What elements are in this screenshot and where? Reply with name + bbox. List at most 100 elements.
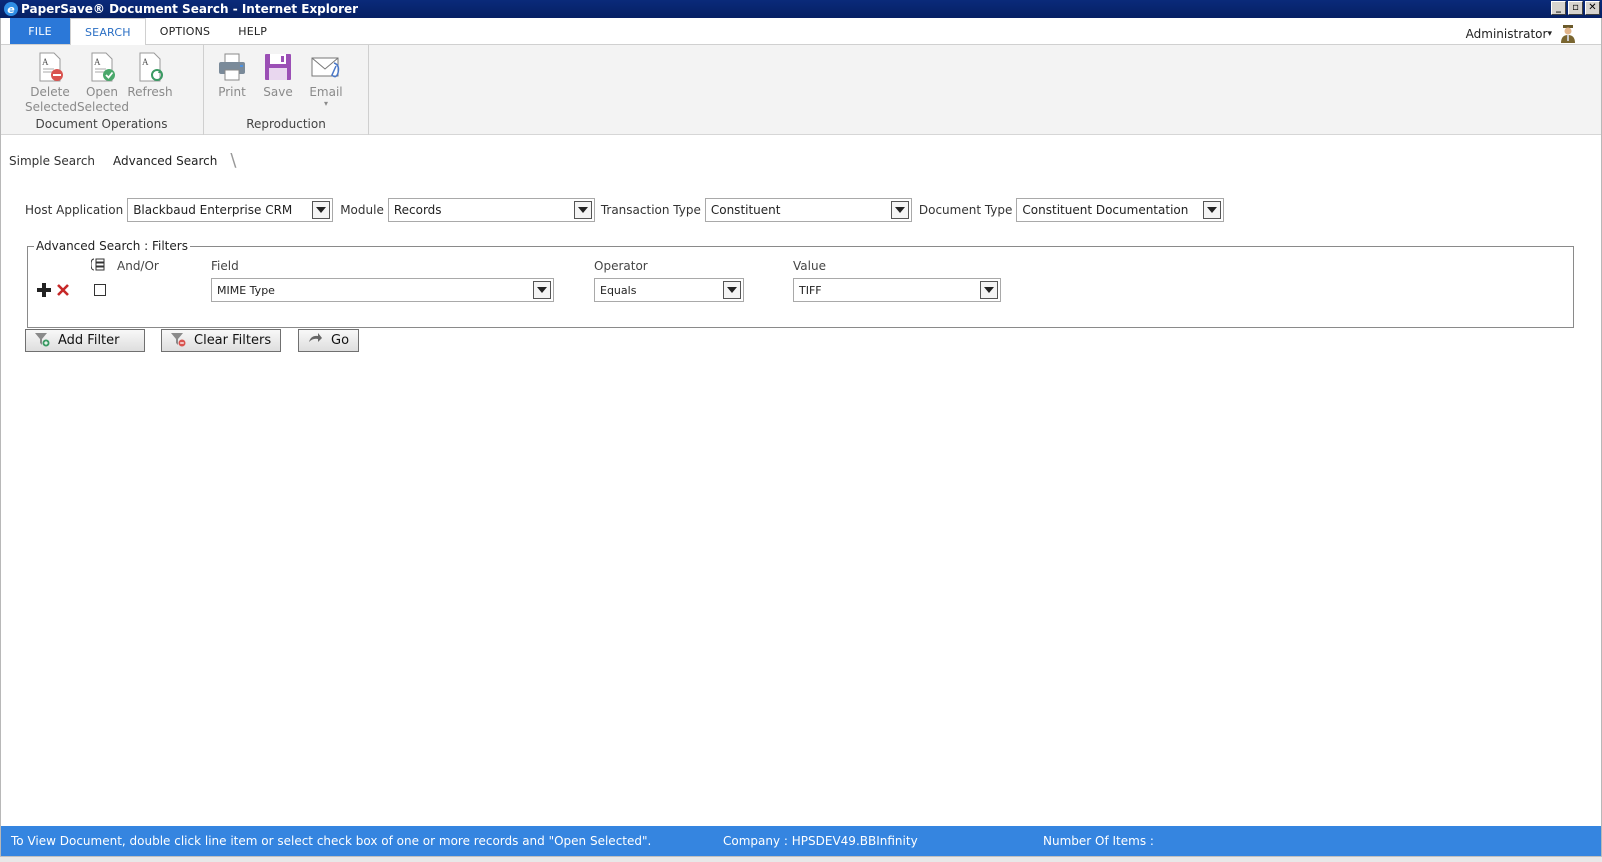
delete-document-icon: A [34, 51, 66, 83]
transaction-type-select[interactable]: Constituent [704, 198, 912, 222]
tab-options[interactable]: OPTIONS [146, 18, 225, 44]
chevron-down-icon[interactable] [980, 281, 998, 299]
print-button[interactable]: Print [210, 51, 254, 100]
email-envelope-icon [310, 51, 342, 83]
user-avatar-icon [1558, 24, 1578, 44]
add-filter-label: Add Filter [58, 333, 120, 348]
host-application-select[interactable]: Blackbaud Enterprise CRM [127, 198, 334, 222]
print-label: Print [218, 85, 246, 99]
reproduction-label: Reproduction [246, 117, 326, 131]
print-icon [216, 51, 248, 83]
refresh-button[interactable]: A Refresh [127, 51, 173, 100]
status-bar: To View Document, double click line item… [0, 826, 1602, 856]
refresh-icon: A [134, 51, 166, 83]
close-button[interactable]: ✕ [1585, 1, 1600, 15]
restore-button[interactable]: ▫ [1568, 1, 1583, 15]
andor-toggle-icon[interactable] [90, 258, 105, 274]
filter-operator-select[interactable]: Equals [594, 278, 744, 302]
go-label: Go [331, 333, 350, 348]
chevron-down-icon[interactable] [533, 281, 551, 299]
go-arrow-icon [307, 332, 323, 350]
chevron-down-icon[interactable] [1203, 201, 1222, 219]
group-reproduction: Print Save Email ▾ Reproduction [204, 45, 369, 135]
delete-label-1: Delete [30, 85, 70, 99]
module-value: Records [393, 203, 442, 217]
module-select[interactable]: Records [387, 198, 595, 222]
open-label-1: Open [85, 85, 119, 99]
window-frame [0, 18, 1602, 856]
svg-text:A: A [94, 57, 101, 67]
internet-explorer-icon: e [4, 2, 18, 16]
user-caret-icon: ▾ [1547, 29, 1552, 39]
save-floppy-icon [262, 51, 294, 83]
add-row-icon[interactable] [37, 283, 51, 300]
minimize-button[interactable]: _ [1551, 1, 1566, 15]
document-type-value: Constituent Documentation [1022, 203, 1189, 217]
remove-row-icon[interactable] [56, 283, 70, 300]
filter-field-select[interactable]: MIME Type [211, 278, 554, 302]
module-label: Module [340, 203, 384, 217]
search-tabs: Simple Search Advanced Search \ [0, 150, 236, 174]
go-button[interactable]: Go [298, 329, 359, 352]
clear-filters-button[interactable]: Clear Filters [161, 329, 281, 352]
chevron-down-icon[interactable] [312, 201, 331, 219]
save-label: Save [263, 85, 293, 99]
filters-legend: Advanced Search : Filters [34, 239, 190, 253]
clear-filters-label: Clear Filters [194, 333, 272, 348]
tab-search[interactable]: SEARCH [70, 18, 146, 45]
window-bottom-edge [0, 856, 1602, 862]
tab-simple-search[interactable]: Simple Search [0, 150, 104, 174]
window-titlebar: e PaperSave® Document Search - Internet … [0, 0, 1602, 18]
user-name: Administrator [1465, 27, 1548, 41]
clear-filters-icon [170, 331, 186, 351]
save-button[interactable]: Save [258, 51, 298, 100]
email-button[interactable]: Email ▾ [304, 51, 348, 108]
tab-help[interactable]: HELP [224, 18, 281, 44]
host-application-label: Host Application [25, 203, 124, 217]
filter-operator-value: Equals [600, 283, 637, 297]
status-item-count: Number Of Items : [1043, 834, 1154, 848]
document-operations-label: Document Operations [35, 117, 168, 131]
menu-bar: FILE SEARCH OPTIONS HELP Administrator ▾ [0, 18, 1602, 45]
tab-advanced-search[interactable]: Advanced Search [104, 150, 226, 174]
refresh-label: Refresh [127, 85, 173, 99]
tab-file[interactable]: FILE [10, 18, 70, 44]
search-criteria: Host Application Blackbaud Enterprise CR… [25, 198, 1225, 222]
svg-text:A: A [142, 57, 149, 67]
tab-separator: \ [230, 150, 237, 171]
group-document-operations: A Delete Selected A Open Selected A Refr… [0, 45, 204, 135]
chevron-down-icon[interactable] [723, 281, 741, 299]
add-filter-icon [34, 331, 50, 351]
open-document-icon: A [86, 51, 118, 83]
user-menu[interactable]: Administrator ▾ [1466, 24, 1578, 44]
chevron-down-icon[interactable] [573, 201, 592, 219]
document-type-label: Document Type [918, 203, 1013, 217]
email-label: Email [309, 85, 343, 99]
filter-value-select[interactable]: TIFF [793, 278, 1001, 302]
svg-text:A: A [42, 57, 49, 67]
window-title: PaperSave® Document Search - Internet Ex… [21, 2, 359, 16]
document-type-select[interactable]: Constituent Documentation [1016, 198, 1225, 222]
delete-selected-button[interactable]: A Delete Selected [25, 51, 78, 115]
chevron-down-icon[interactable] [890, 201, 909, 219]
andor-checkbox[interactable] [94, 284, 106, 296]
transaction-type-label: Transaction Type [600, 203, 701, 217]
status-company: Company : HPSDEV49.BBInfinity [723, 834, 918, 848]
ribbon: A Delete Selected A Open Selected A Refr… [0, 45, 1602, 135]
operator-header: Operator [594, 259, 648, 273]
open-selected-button[interactable]: A Open Selected [77, 51, 130, 115]
advanced-filters-group: Advanced Search : Filters And/Or Field O… [27, 239, 1574, 328]
transaction-type-value: Constituent [710, 203, 781, 217]
add-filter-button[interactable]: Add Filter [25, 329, 145, 352]
email-dropdown-icon[interactable]: ▾ [304, 100, 348, 108]
filter-field-value: MIME Type [217, 283, 275, 297]
host-application-value: Blackbaud Enterprise CRM [133, 203, 293, 217]
delete-label-2: Selected [25, 100, 78, 114]
filter-value-value: TIFF [799, 283, 822, 297]
status-hint: To View Document, double click line item… [11, 834, 652, 848]
field-header: Field [211, 259, 239, 273]
andor-header: And/Or [117, 259, 159, 273]
open-label-2: Selected [77, 100, 130, 114]
value-header: Value [793, 259, 826, 273]
window-controls: _ ▫ ✕ [1551, 1, 1600, 15]
